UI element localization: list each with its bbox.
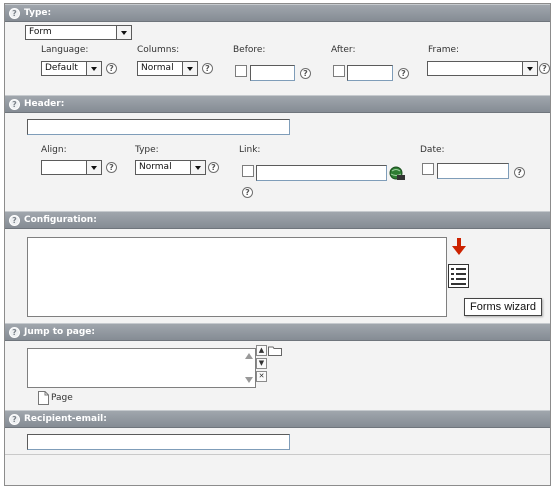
section-header-recipient-email: ? Recipient-email: xyxy=(5,410,550,428)
scroll-up-arrow-icon[interactable] xyxy=(245,353,253,359)
language-select[interactable]: Default xyxy=(41,61,102,76)
section-header-header: ? Header: xyxy=(5,95,550,113)
section-title-jump-to-page: Jump to page: xyxy=(24,327,95,337)
chevron-down-icon xyxy=(182,62,197,75)
section-title-header: Header: xyxy=(24,99,65,109)
align-label: Align: xyxy=(41,145,67,155)
help-icon[interactable]: ? xyxy=(514,167,525,178)
help-icon[interactable]: ? xyxy=(398,68,409,79)
help-icon[interactable]: ? xyxy=(9,8,20,19)
move-down-button[interactable]: ▼ xyxy=(256,358,267,369)
date-input[interactable] xyxy=(437,163,509,179)
help-icon[interactable]: ? xyxy=(106,63,117,74)
link-checkbox[interactable] xyxy=(242,165,254,177)
forms-wizard-tooltip: Forms wizard xyxy=(464,298,543,316)
date-checkbox[interactable] xyxy=(422,163,434,175)
help-icon[interactable]: ? xyxy=(300,68,311,79)
frame-select[interactable] xyxy=(427,61,538,76)
divider xyxy=(5,454,550,455)
help-icon[interactable]: ? xyxy=(106,162,117,173)
align-select[interactable] xyxy=(41,160,102,175)
red-arrow-down-icon xyxy=(452,238,466,255)
header-type-select[interactable]: Normal xyxy=(135,160,206,175)
help-icon[interactable]: ? xyxy=(9,414,20,425)
content-element-form: ? Type: Form Language: Default ? Columns… xyxy=(4,3,551,486)
date-label: Date: xyxy=(420,145,445,155)
help-icon[interactable]: ? xyxy=(9,215,20,226)
columns-select[interactable]: Normal xyxy=(137,61,198,76)
section-title-type: Type: xyxy=(24,8,52,18)
header-type-select-value: Normal xyxy=(139,162,172,172)
after-label: After: xyxy=(331,45,356,55)
move-up-button[interactable]: ▲ xyxy=(256,345,267,356)
section-title-configuration: Configuration: xyxy=(24,215,97,225)
link-browser-icon[interactable] xyxy=(389,166,405,181)
jump-to-page-list[interactable] xyxy=(27,348,256,388)
header-type-label: Type: xyxy=(135,145,159,155)
before-label: Before: xyxy=(233,45,266,55)
help-icon[interactable]: ? xyxy=(242,187,253,198)
chevron-down-icon xyxy=(86,62,101,75)
link-label: Link: xyxy=(239,145,261,155)
language-label: Language: xyxy=(41,45,89,55)
scroll-down-arrow-icon[interactable] xyxy=(245,377,253,383)
before-input[interactable] xyxy=(250,65,295,81)
section-header-type: ? Type: xyxy=(5,4,550,22)
forms-wizard-icon[interactable] xyxy=(448,264,469,288)
help-icon[interactable]: ? xyxy=(208,162,219,173)
frame-label: Frame: xyxy=(428,45,460,55)
section-title-recipient-email: Recipient-email: xyxy=(24,414,107,424)
configuration-textarea[interactable] xyxy=(27,237,447,317)
link-input[interactable] xyxy=(256,165,387,181)
language-select-value: Default xyxy=(45,63,78,73)
after-checkbox[interactable] xyxy=(333,65,345,77)
help-icon[interactable]: ? xyxy=(9,99,20,110)
page-icon xyxy=(38,391,49,405)
before-checkbox[interactable] xyxy=(235,65,247,77)
header-input[interactable] xyxy=(27,119,290,135)
help-icon[interactable]: ? xyxy=(539,63,550,74)
chevron-down-icon xyxy=(86,161,101,174)
page-label[interactable]: Page xyxy=(51,393,73,403)
remove-button[interactable]: ✕ xyxy=(256,371,267,382)
recipient-email-input[interactable] xyxy=(27,434,290,450)
section-header-configuration: ? Configuration: xyxy=(5,211,550,229)
type-select[interactable]: Form xyxy=(25,25,132,40)
columns-label: Columns: xyxy=(137,45,180,55)
help-icon[interactable]: ? xyxy=(9,327,20,338)
help-icon[interactable]: ? xyxy=(202,63,213,74)
type-select-value: Form xyxy=(29,27,52,37)
section-header-jump-to-page: ? Jump to page: xyxy=(5,323,550,341)
chevron-down-icon xyxy=(116,26,131,39)
columns-select-value: Normal xyxy=(141,63,174,73)
folder-icon[interactable] xyxy=(268,345,282,356)
chevron-down-icon xyxy=(190,161,205,174)
after-input[interactable] xyxy=(347,65,393,81)
chevron-down-icon xyxy=(522,62,537,75)
